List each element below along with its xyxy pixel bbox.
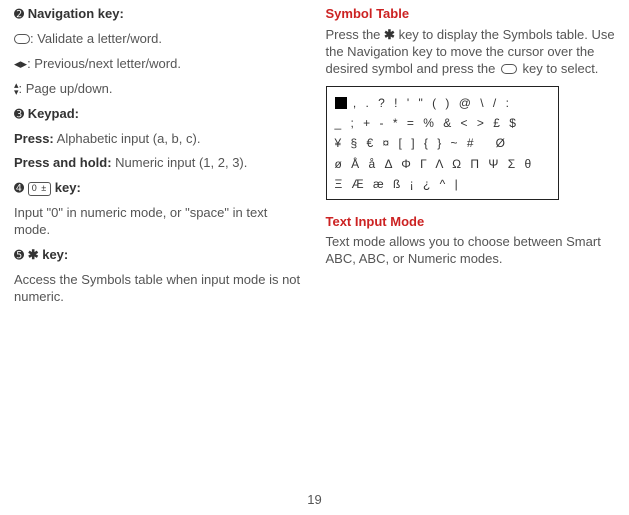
text-input-heading: Text Input Mode [326,214,616,231]
left-right-arrow-icon: ◂▸ [14,56,27,73]
presshold-row: Press and hold: Numeric input (1, 2, 3). [14,155,304,172]
bullet-5-icon: ➎ [14,248,24,264]
nav-key-heading: ➋ Navigation key: [14,6,304,23]
press-label: Press: [14,131,54,146]
zerokey-heading-label: key: [55,180,81,195]
ok-key-icon [501,64,517,74]
zero-key-icon: 0 ± [28,182,51,196]
asterisk-key-icon: ✱ [384,27,395,42]
page-number: 19 [0,492,629,509]
symkey-text: Access the Symbols table when input mode… [14,272,304,306]
right-column: Symbol Table Press the ✱ key to display … [326,6,616,314]
nav-key-heading-label: Navigation key: [28,6,124,21]
left-column: ➋ Navigation key: : Validate a letter/wo… [14,6,304,314]
symbol-table-heading: Symbol Table [326,6,616,23]
bullet-4-icon: ➍ [14,181,24,197]
press-text: Alphabetic input (a, b, c). [54,131,201,146]
zerokey-text: Input "0" in numeric mode, or "space" in… [14,205,304,239]
presshold-label: Press and hold: [14,155,112,170]
keypad-heading-label: Keypad: [28,106,79,121]
ok-key-icon [14,34,30,44]
symkey-heading: ➎ ✱ key: [14,247,304,264]
symbol-table-box: , . ? ! ' " ( ) @ \ / : _ ; + - * = % & … [326,86,559,200]
nav-validate-row: : Validate a letter/word. [14,31,304,48]
nav-pageupdown-row: ▴▾: Page up/down. [14,81,304,98]
nav-validate-text: : Validate a letter/word. [30,31,162,46]
symkey-heading-label: key: [42,247,68,262]
presshold-text: Numeric input (1, 2, 3). [112,155,248,170]
asterisk-key-icon: ✱ [28,247,39,264]
press-row: Press: Alphabetic input (a, b, c). [14,131,304,148]
text-input-body: Text mode allows you to choose between S… [326,234,616,268]
zerokey-heading: ➍ 0 ± key: [14,180,304,197]
nav-prevnext-row: ◂▸: Previous/next letter/word. [14,56,304,73]
bullet-3-icon: ➌ [14,107,24,123]
cursor-block-icon [335,97,347,109]
symbol-table-intro: Press the ✱ key to display the Symbols t… [326,27,616,78]
bullet-2-icon: ➋ [14,7,24,23]
nav-pageupdown-text: : Page up/down. [19,81,113,96]
keypad-heading: ➌ Keypad: [14,106,304,123]
nav-prevnext-text: : Previous/next letter/word. [27,56,181,71]
symbol-intro-a: Press the [326,27,385,42]
symbol-intro-c: key to select. [519,61,598,76]
